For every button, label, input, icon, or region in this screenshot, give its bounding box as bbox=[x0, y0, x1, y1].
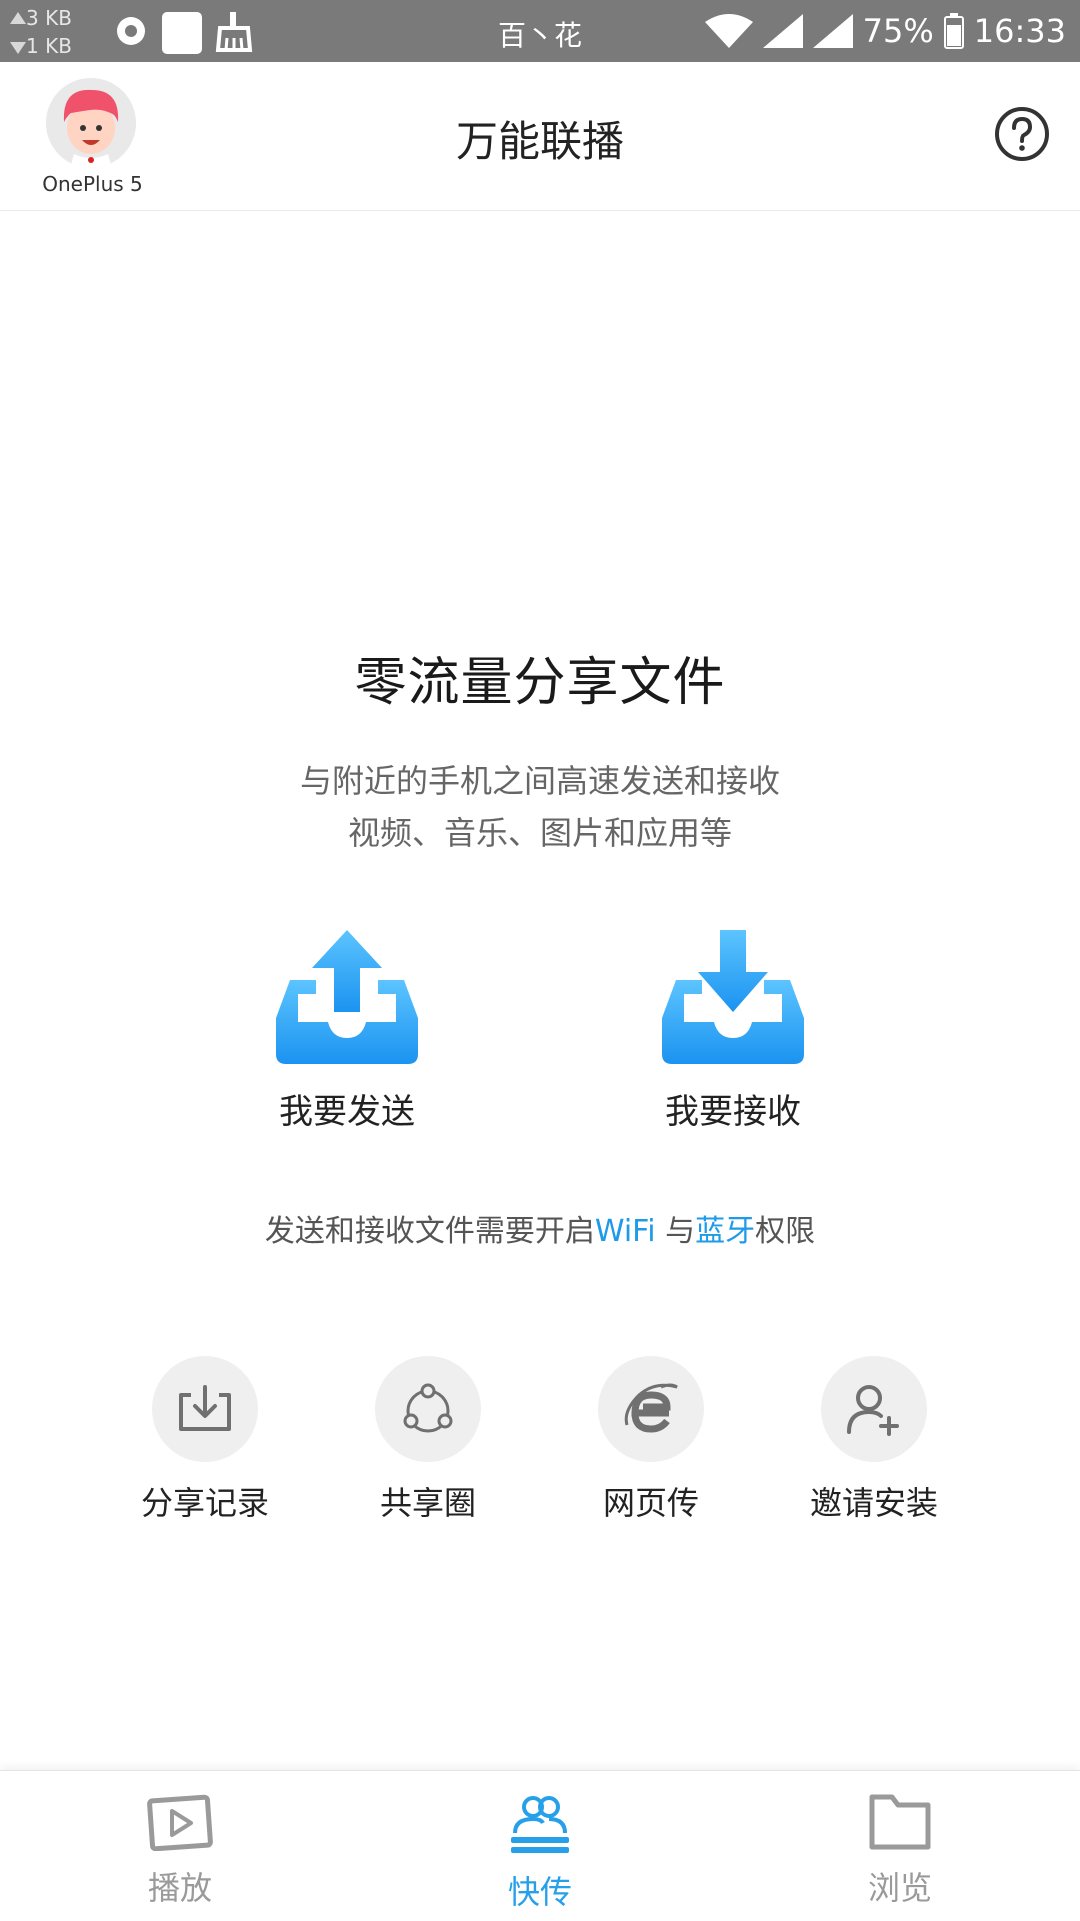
nav-play[interactable]: 播放 bbox=[80, 1793, 280, 1909]
browser-e-icon bbox=[624, 1383, 678, 1433]
subtitle-line-2: 视频、音乐、图片和应用等 bbox=[347, 814, 732, 852]
receive-label: 我要接收 bbox=[665, 1092, 801, 1132]
clock: 16:33 bbox=[973, 12, 1066, 50]
share-history-label: 分享记录 bbox=[140, 1484, 269, 1522]
help-icon[interactable] bbox=[994, 106, 1050, 162]
send-button[interactable]: 我要发送 bbox=[237, 930, 457, 1133]
bottom-nav: 播放 快传 浏览 bbox=[0, 1770, 1080, 1921]
permission-prefix: 发送和接收文件需要开启 bbox=[264, 1214, 595, 1249]
invite-install-circle bbox=[821, 1356, 927, 1462]
add-user-icon bbox=[847, 1385, 899, 1436]
battery-icon bbox=[943, 13, 964, 49]
share-circle-button[interactable]: 共享圈 bbox=[338, 1356, 518, 1524]
web-transfer-circle bbox=[598, 1356, 704, 1462]
permission-suffix: 权限 bbox=[755, 1214, 816, 1249]
battery-percent: 75% bbox=[862, 12, 934, 50]
invite-install-button[interactable]: 邀请安装 bbox=[784, 1356, 964, 1524]
permission-notice: 发送和接收文件需要开启WiFi 与蓝牙权限 bbox=[0, 1206, 1080, 1250]
receive-button[interactable]: 我要接收 bbox=[623, 930, 843, 1133]
send-label: 我要发送 bbox=[279, 1092, 415, 1132]
play-icon bbox=[147, 1794, 213, 1852]
wifi-permission-link[interactable]: WiFi bbox=[595, 1214, 656, 1249]
nav-browse[interactable]: 浏览 bbox=[800, 1793, 1000, 1909]
permission-and: 与 bbox=[655, 1214, 696, 1249]
signal-2-icon bbox=[812, 14, 853, 48]
share-history-button[interactable]: 分享记录 bbox=[115, 1356, 295, 1524]
headline: 零流量分享文件 bbox=[354, 653, 726, 713]
share-circle-circle bbox=[375, 1356, 481, 1462]
upload-tray-icon bbox=[276, 930, 418, 1064]
status-bar: 3 KB 1 KB 百丶花 75% 16:33 bbox=[0, 0, 1080, 62]
page-title: 万能联播 bbox=[455, 117, 624, 166]
nav-quick-transfer[interactable]: 快传 bbox=[440, 1793, 640, 1913]
device-name: OnePlus 5 bbox=[42, 172, 143, 196]
share-circle-label: 共享圈 bbox=[379, 1484, 476, 1522]
share-history-circle bbox=[152, 1356, 258, 1462]
users-icon bbox=[511, 1796, 569, 1853]
status-right: 75% 16:33 bbox=[704, 10, 1066, 52]
invite-install-label: 邀请安装 bbox=[809, 1484, 938, 1522]
web-transfer-label: 网页传 bbox=[602, 1484, 699, 1522]
nav-play-label: 播放 bbox=[147, 1869, 212, 1907]
nav-browse-label: 浏览 bbox=[867, 1869, 932, 1907]
bluetooth-permission-link[interactable]: 蓝牙 bbox=[695, 1214, 755, 1249]
folder-icon bbox=[869, 1794, 931, 1850]
subtitle-line-1: 与附近的手机之间高速发送和接收 bbox=[299, 762, 780, 800]
download-tray-icon bbox=[662, 930, 804, 1064]
wifi-icon bbox=[704, 14, 753, 48]
signal-icon bbox=[762, 14, 803, 48]
download-tray-icon bbox=[179, 1385, 231, 1431]
share-circle-icon bbox=[403, 1383, 453, 1433]
app-header: OnePlus 5 万能联播 bbox=[0, 62, 1080, 211]
nav-quick-transfer-label: 快传 bbox=[507, 1873, 572, 1911]
web-transfer-button[interactable]: 网页传 bbox=[561, 1356, 741, 1524]
